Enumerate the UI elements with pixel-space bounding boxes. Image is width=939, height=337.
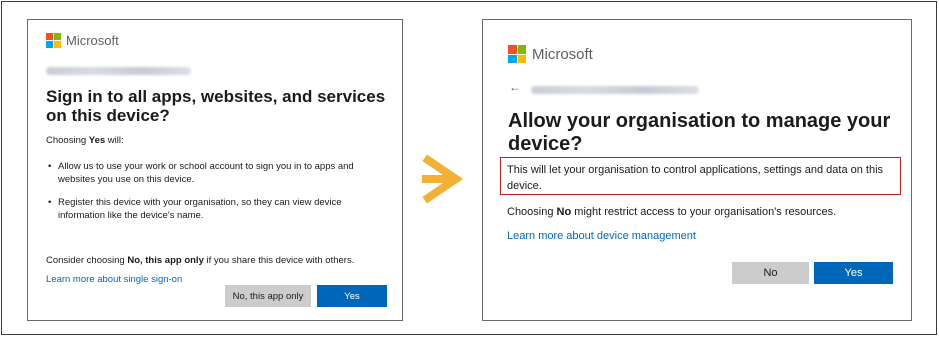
- right-arrow-icon: [422, 154, 464, 204]
- control-warning-text: This will let your organisation to contr…: [507, 164, 884, 192]
- learn-more-sso-link[interactable]: Learn more about single sign-on: [46, 274, 182, 285]
- no-button[interactable]: No: [732, 262, 809, 284]
- list-item: • Register this device with your organisa…: [48, 197, 342, 221]
- screenshot-frame: Microsoft Sign in to all apps, websites,…: [1, 1, 937, 335]
- microsoft-logo: Microsoft: [46, 33, 119, 48]
- account-email-redacted: [46, 67, 191, 75]
- back-arrow-icon[interactable]: ←: [509, 80, 521, 94]
- yes-button[interactable]: Yes: [814, 262, 893, 284]
- choosing-yes-text: Choosing Yes will:: [46, 135, 124, 146]
- microsoft-logo-icon: [46, 33, 61, 48]
- microsoft-wordmark: Microsoft: [532, 45, 593, 63]
- microsoft-logo: Microsoft: [508, 45, 593, 63]
- device-management-dialog: Microsoft ← Allow your organisation to m…: [482, 19, 912, 321]
- choosing-no-text: Choosing No might restrict access to you…: [507, 206, 837, 218]
- list-item: • Allow us to use your work or school acc…: [48, 161, 354, 185]
- no-this-app-only-button[interactable]: No, this app only: [225, 285, 311, 307]
- dialog-title: Sign in to all apps, websites, and servi…: [46, 87, 386, 125]
- yes-button[interactable]: Yes: [317, 285, 387, 307]
- consider-text: Consider choosing No, this app only if y…: [46, 255, 355, 266]
- account-email-redacted: [531, 86, 699, 94]
- microsoft-wordmark: Microsoft: [66, 33, 119, 48]
- consequence-list: • Allow us to use your work or school acc…: [46, 160, 386, 232]
- sso-dialog: Microsoft Sign in to all apps, websites,…: [27, 19, 403, 321]
- learn-more-device-management-link[interactable]: Learn more about device management: [507, 230, 696, 242]
- microsoft-logo-icon: [508, 45, 526, 63]
- dialog-title: Allow your organisation to manage your d…: [508, 110, 891, 155]
